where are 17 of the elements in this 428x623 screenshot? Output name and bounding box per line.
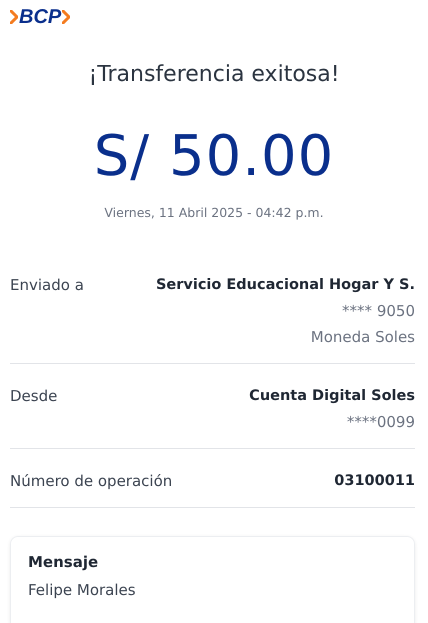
success-title: ¡Transferencia exitosa! xyxy=(87,61,341,89)
detail-value: Moneda Soles xyxy=(310,327,415,347)
chevron-icon xyxy=(62,10,70,24)
message-heading: Mensaje xyxy=(28,553,100,571)
amount: S/ 50.00 xyxy=(92,125,336,189)
message-text: Felipe Morales xyxy=(28,581,137,599)
detail-value: ****0099 xyxy=(346,412,415,432)
chevron-icon xyxy=(10,10,18,24)
detail-value: 03100011 xyxy=(334,472,415,491)
date-time: Viernes, 11 Abril 2025 - 04:42 p.m. xyxy=(103,205,325,221)
detail-value: **** 9050 xyxy=(342,301,415,321)
detail-label: Desde xyxy=(10,386,58,407)
logo: BCP xyxy=(19,7,62,27)
detail-label: Número de operación xyxy=(10,471,172,491)
detail-label: Enviado a xyxy=(10,275,84,296)
detail-value: Cuenta Digital Soles xyxy=(249,387,415,406)
detail-value: Servicio Educacional Hogar Y S. xyxy=(156,276,415,295)
